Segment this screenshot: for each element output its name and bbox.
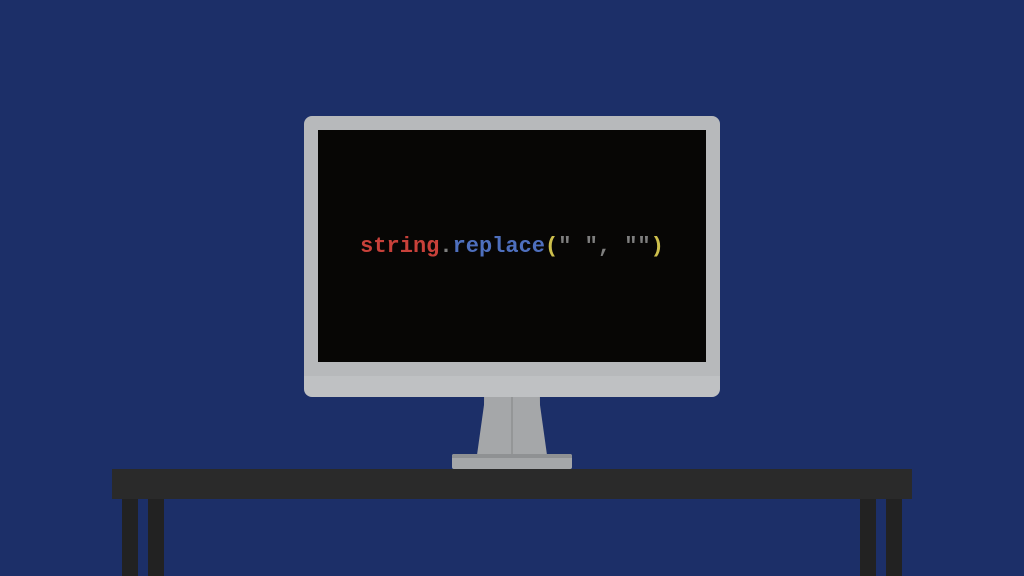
monitor-bezel: string.replace(" ", "") (304, 116, 720, 376)
code-dot: . (439, 234, 452, 259)
desk-leg (148, 499, 164, 576)
code-open-paren: ( (545, 234, 558, 259)
code-close-paren: ) (651, 234, 664, 259)
code-arg1: " " (558, 234, 598, 259)
desk-leg (122, 499, 138, 576)
monitor-stand (484, 395, 540, 455)
monitor-base-shade (452, 454, 572, 458)
code-arg2: "" (624, 234, 650, 259)
code-comma: , (598, 234, 624, 259)
illustration-scene: string.replace(" ", "") (0, 0, 1024, 576)
monitor-screen: string.replace(" ", "") (318, 130, 706, 362)
code-object: string (360, 234, 439, 259)
desk-leg (886, 499, 902, 576)
code-method: replace (453, 234, 545, 259)
desk-top (112, 469, 912, 499)
desk-leg (860, 499, 876, 576)
code-line: string.replace(" ", "") (360, 234, 664, 259)
